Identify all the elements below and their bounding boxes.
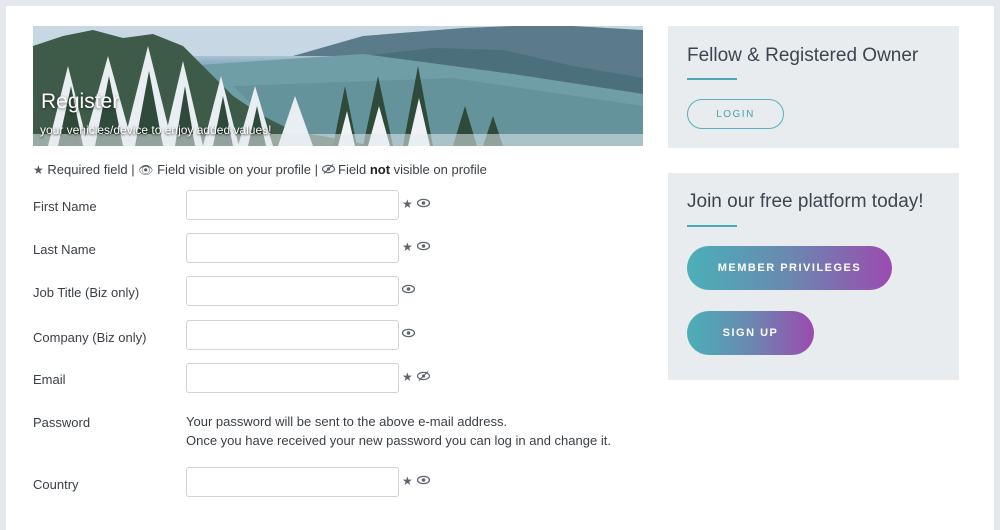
legend-visible-text: Field visible on your profile: [157, 162, 312, 177]
first-name-input[interactable]: [186, 190, 399, 220]
company-input[interactable]: [186, 320, 399, 350]
legend-not-visible-text: visible on profile: [393, 162, 487, 177]
password-note-line: Once you have received your new password…: [186, 433, 611, 448]
company-markers: [401, 327, 416, 341]
legend-separator: |: [314, 162, 319, 177]
last-name-input[interactable]: [186, 233, 399, 263]
job-title-input[interactable]: [186, 276, 399, 306]
sign-up-button[interactable]: SIGN UP: [687, 311, 814, 355]
company-label: Company (Biz only): [33, 330, 147, 345]
legend-field-text: Field: [338, 162, 367, 177]
eye-slash-icon: [321, 163, 338, 177]
first-name-markers: ★: [402, 197, 430, 211]
country-label: Country: [33, 477, 79, 492]
owner-panel: Fellow & Registered Owner LOGIN: [668, 26, 959, 148]
last-name-label: Last Name: [33, 242, 96, 257]
login-button[interactable]: LOGIN: [687, 99, 784, 129]
banner-subtitle: your vehicles/device to enjoy added valu…: [40, 123, 272, 137]
required-star-icon: ★: [402, 370, 413, 384]
password-note-line: Your password will be sent to the above …: [186, 414, 508, 429]
eye-slash-icon: [416, 370, 430, 384]
required-star-icon: ★: [402, 240, 413, 254]
legend-required-text: Required field: [47, 162, 128, 177]
title-underline: [687, 225, 737, 227]
email-markers: ★: [402, 370, 430, 384]
eye-icon: [401, 283, 416, 297]
password-label: Password: [33, 415, 91, 430]
join-panel: Join our free platform today! MEMBER PRI…: [668, 173, 959, 380]
eye-icon: [401, 327, 416, 341]
star-icon: ★: [33, 163, 44, 177]
password-note: Your password will be sent to the above …: [186, 412, 611, 450]
first-name-label: First Name: [33, 199, 97, 214]
member-privileges-button[interactable]: MEMBER PRIVILEGES: [687, 246, 892, 290]
job-title-label: Job Title (Biz only): [33, 285, 140, 300]
required-star-icon: ★: [402, 197, 413, 211]
eye-icon: 👁: [138, 163, 154, 177]
field-legend: ★ Required field | 👁 Field visible on yo…: [33, 162, 487, 177]
last-name-markers: ★: [402, 240, 430, 254]
title-underline: [687, 78, 737, 80]
page: Register your vehicles/device to enjoy a…: [6, 6, 994, 530]
email-label: Email: [33, 372, 66, 387]
legend-separator: |: [131, 162, 135, 177]
country-markers: ★: [402, 474, 430, 488]
register-banner: Register your vehicles/device to enjoy a…: [33, 26, 643, 146]
owner-panel-title: Fellow & Registered Owner: [687, 45, 919, 66]
eye-icon: [416, 474, 430, 488]
eye-icon: [416, 197, 430, 211]
legend-not-text: not: [369, 162, 391, 177]
join-panel-title: Join our free platform today!: [687, 191, 924, 212]
email-input[interactable]: [186, 363, 399, 393]
country-input[interactable]: [186, 467, 399, 497]
eye-icon: [416, 240, 430, 254]
required-star-icon: ★: [402, 474, 413, 488]
banner-title: Register: [41, 90, 120, 113]
job-title-markers: [401, 283, 416, 297]
